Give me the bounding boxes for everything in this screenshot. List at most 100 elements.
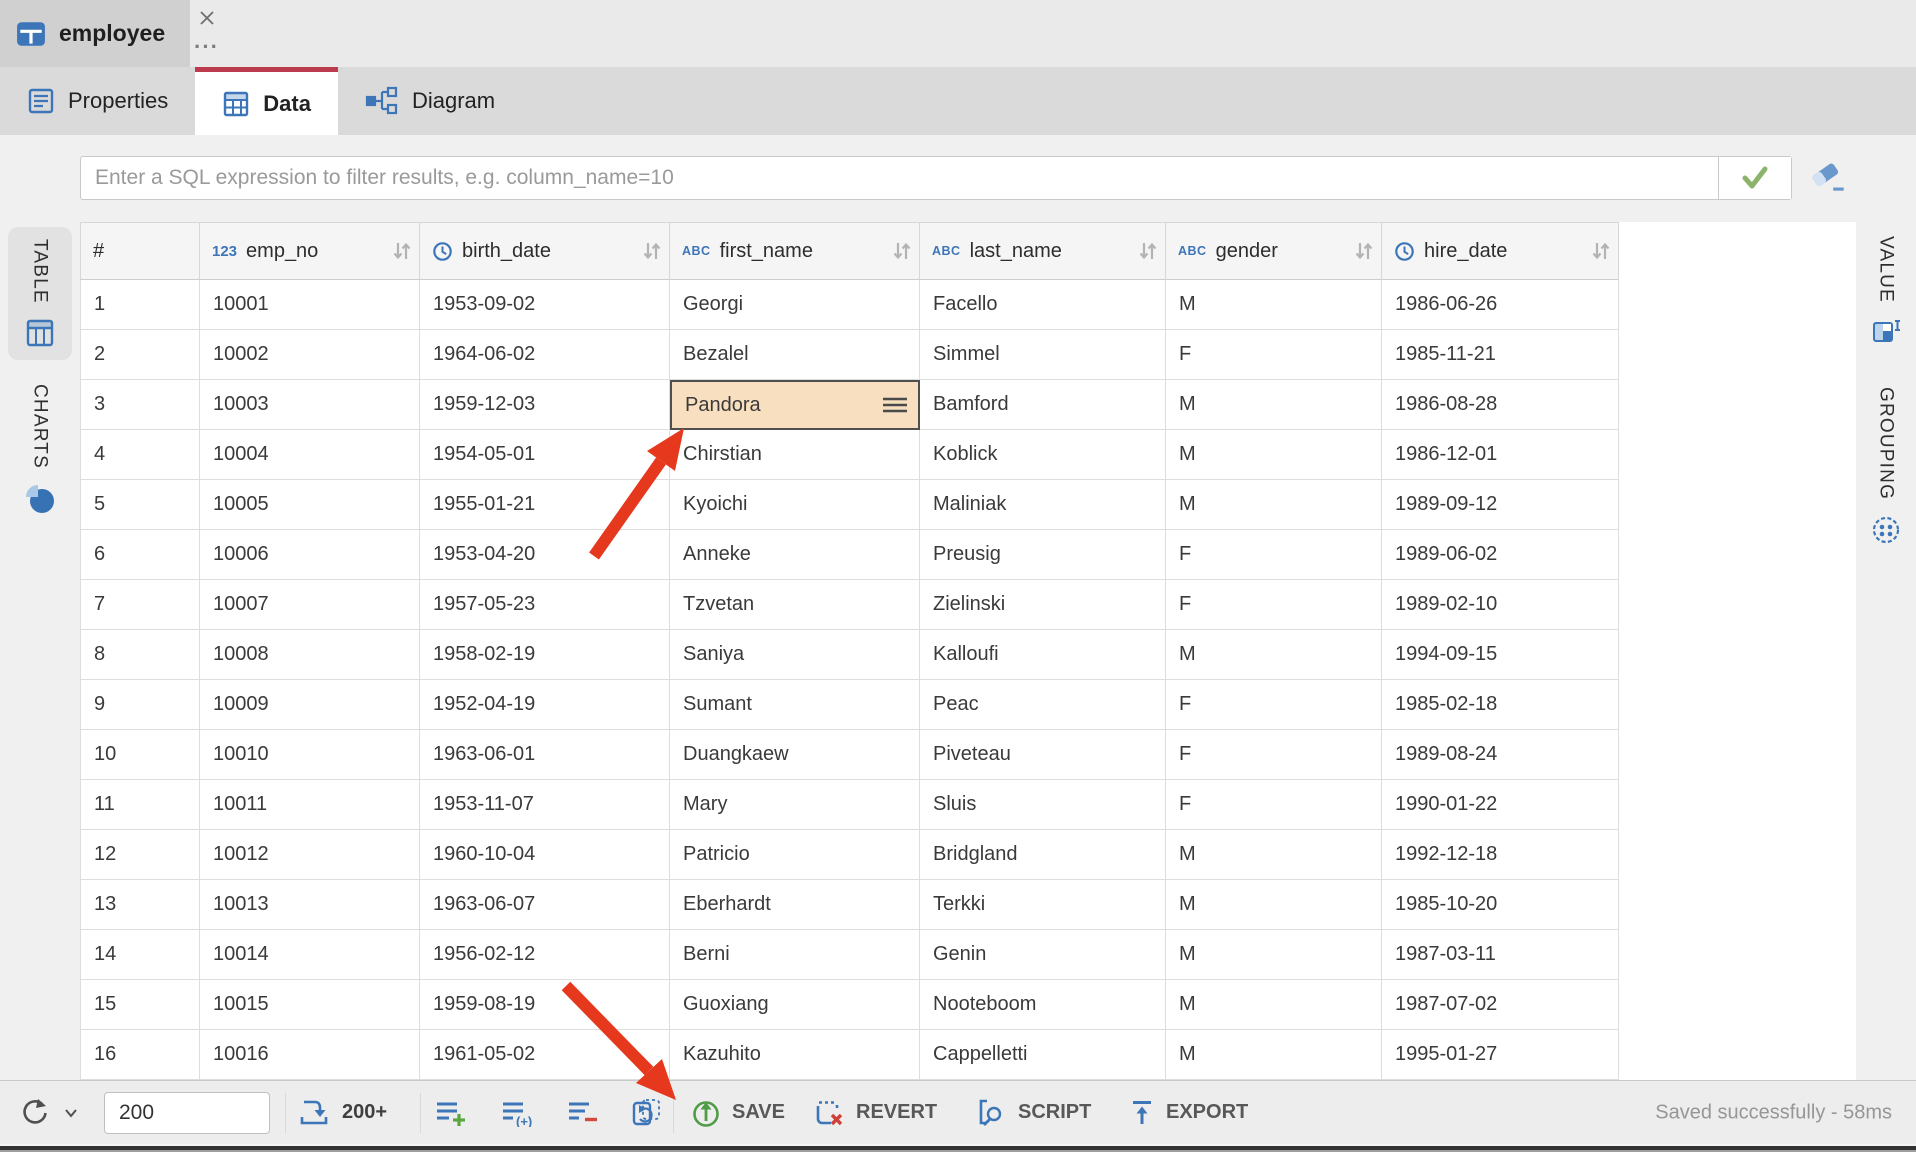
grid-cell[interactable]: 1994-09-15 xyxy=(1382,630,1619,680)
export-button[interactable]: EXPORT xyxy=(1128,1098,1248,1128)
grid-cell[interactable]: Kyoichi xyxy=(670,480,920,530)
grid-cell[interactable]: 1953-09-02 xyxy=(420,280,670,330)
grid-cell[interactable]: Georgi xyxy=(670,280,920,330)
row-number-cell[interactable]: 13 xyxy=(80,880,200,930)
tab-overflow-icon[interactable]: ··· xyxy=(194,36,219,58)
grid-cell[interactable]: 1959-12-03 xyxy=(420,380,670,430)
grid-cell[interactable]: Terkki xyxy=(920,880,1166,930)
grid-cell[interactable]: Patricio xyxy=(670,830,920,880)
grid-cell[interactable]: F xyxy=(1166,330,1382,380)
grid-cell[interactable]: Genin xyxy=(920,930,1166,980)
sort-icon[interactable] xyxy=(1591,240,1611,262)
close-icon[interactable] xyxy=(196,7,218,29)
save-button[interactable]: SAVE xyxy=(690,1097,785,1129)
grid-cell[interactable]: 1986-06-26 xyxy=(1382,280,1619,330)
row-number-cell[interactable]: 14 xyxy=(80,930,200,980)
grid-cell[interactable]: Saniya xyxy=(670,630,920,680)
fetch-size-input[interactable] xyxy=(104,1092,270,1134)
grid-cell[interactable]: Mary xyxy=(670,780,920,830)
sort-icon[interactable] xyxy=(392,240,412,262)
grid-cell[interactable]: 10002 xyxy=(200,330,420,380)
editor-tab-employee[interactable]: employee xyxy=(0,0,190,67)
panel-tab-charts[interactable]: CHARTS xyxy=(24,372,56,527)
grid-cell[interactable]: Simmel xyxy=(920,330,1166,380)
column-header-last_name[interactable]: ABClast_name xyxy=(920,222,1166,280)
grid-cell[interactable]: 1963-06-01 xyxy=(420,730,670,780)
grid-cell[interactable]: Duangkaew xyxy=(670,730,920,780)
row-number-cell[interactable]: 6 xyxy=(80,530,200,580)
grid-cell[interactable]: Tzvetan xyxy=(670,580,920,630)
grid-cell[interactable]: 1953-04-20 xyxy=(420,530,670,580)
grid-cell[interactable]: 10010 xyxy=(200,730,420,780)
grid-cell[interactable]: 1987-03-11 xyxy=(1382,930,1619,980)
grid-cell[interactable]: 10007 xyxy=(200,580,420,630)
delete-row-button[interactable] xyxy=(566,1099,600,1127)
grid-cell[interactable]: Preusig xyxy=(920,530,1166,580)
row-number-cell[interactable]: 10 xyxy=(80,730,200,780)
panel-tab-grouping[interactable]: GROUPING xyxy=(1870,375,1902,558)
grid-cell[interactable]: M xyxy=(1166,380,1382,430)
grid-cell[interactable]: 10008 xyxy=(200,630,420,680)
grid-cell[interactable]: Bezalel xyxy=(670,330,920,380)
grid-cell[interactable]: Peac xyxy=(920,680,1166,730)
sort-icon[interactable] xyxy=(1354,240,1374,262)
panel-tab-value[interactable]: VALUE xyxy=(1871,224,1901,359)
row-number-cell[interactable]: 4 xyxy=(80,430,200,480)
selected-cell[interactable]: Pandora xyxy=(670,380,920,430)
grid-cell[interactable]: 1985-02-18 xyxy=(1382,680,1619,730)
sort-icon[interactable] xyxy=(1138,240,1158,262)
refresh-button[interactable] xyxy=(18,1097,78,1129)
grid-cell[interactable]: Berni xyxy=(670,930,920,980)
grid-cell[interactable]: 1952-04-19 xyxy=(420,680,670,730)
grid-cell[interactable]: M xyxy=(1166,880,1382,930)
grid-cell[interactable]: 10016 xyxy=(200,1030,420,1080)
column-header-rownum[interactable]: # xyxy=(80,222,200,280)
grid-cell[interactable]: 10009 xyxy=(200,680,420,730)
tab-properties[interactable]: Properties xyxy=(0,67,195,135)
tab-data[interactable]: Data xyxy=(195,67,338,135)
grid-cell[interactable]: 1955-01-21 xyxy=(420,480,670,530)
grid-cell[interactable]: 1989-08-24 xyxy=(1382,730,1619,780)
tab-diagram[interactable]: Diagram xyxy=(338,67,522,135)
panel-tab-table[interactable]: TABLE xyxy=(8,227,72,360)
row-number-cell[interactable]: 3 xyxy=(80,380,200,430)
grid-cell[interactable]: 1987-07-02 xyxy=(1382,980,1619,1030)
grid-cell[interactable]: Zielinski xyxy=(920,580,1166,630)
grid-cell[interactable]: M xyxy=(1166,930,1382,980)
grid-cell[interactable]: F xyxy=(1166,580,1382,630)
row-number-cell[interactable]: 11 xyxy=(80,780,200,830)
grid-cell[interactable]: Kalloufi xyxy=(920,630,1166,680)
grid-cell[interactable]: 1958-02-19 xyxy=(420,630,670,680)
grid-cell[interactable]: 10014 xyxy=(200,930,420,980)
row-number-cell[interactable]: 15 xyxy=(80,980,200,1030)
grid-cell[interactable]: 1961-05-02 xyxy=(420,1030,670,1080)
grid-cell[interactable]: Nooteboom xyxy=(920,980,1166,1030)
grid-cell[interactable]: 10015 xyxy=(200,980,420,1030)
grid-cell[interactable]: M xyxy=(1166,430,1382,480)
grid-cell[interactable]: 1956-02-12 xyxy=(420,930,670,980)
refresh-cell-button[interactable] xyxy=(630,1098,662,1128)
row-number-cell[interactable]: 5 xyxy=(80,480,200,530)
grid-cell[interactable]: 1959-08-19 xyxy=(420,980,670,1030)
grid-cell[interactable]: 1953-11-07 xyxy=(420,780,670,830)
grid-cell[interactable]: M xyxy=(1166,830,1382,880)
grid-cell[interactable]: Guoxiang xyxy=(670,980,920,1030)
grid-cell[interactable]: 10001 xyxy=(200,280,420,330)
grid-cell[interactable]: F xyxy=(1166,680,1382,730)
grid-cell[interactable]: Koblick xyxy=(920,430,1166,480)
grid-cell[interactable]: 1985-10-20 xyxy=(1382,880,1619,930)
grid-cell[interactable]: 1957-05-23 xyxy=(420,580,670,630)
grid-cell[interactable]: Bridgland xyxy=(920,830,1166,880)
grid-cell[interactable]: Bamford xyxy=(920,380,1166,430)
grid-cell[interactable]: Piveteau xyxy=(920,730,1166,780)
script-button[interactable]: SCRIPT xyxy=(974,1098,1091,1128)
grid-cell[interactable]: Facello xyxy=(920,280,1166,330)
grid-cell[interactable]: Anneke xyxy=(670,530,920,580)
grid-cell[interactable]: 10013 xyxy=(200,880,420,930)
grid-cell[interactable]: 1990-01-22 xyxy=(1382,780,1619,830)
sql-filter-input[interactable] xyxy=(81,157,1718,199)
grid-cell[interactable]: 10005 xyxy=(200,480,420,530)
grid-cell[interactable]: 1989-06-02 xyxy=(1382,530,1619,580)
column-header-hire_date[interactable]: hire_date xyxy=(1382,222,1619,280)
grid-cell[interactable]: F xyxy=(1166,780,1382,830)
